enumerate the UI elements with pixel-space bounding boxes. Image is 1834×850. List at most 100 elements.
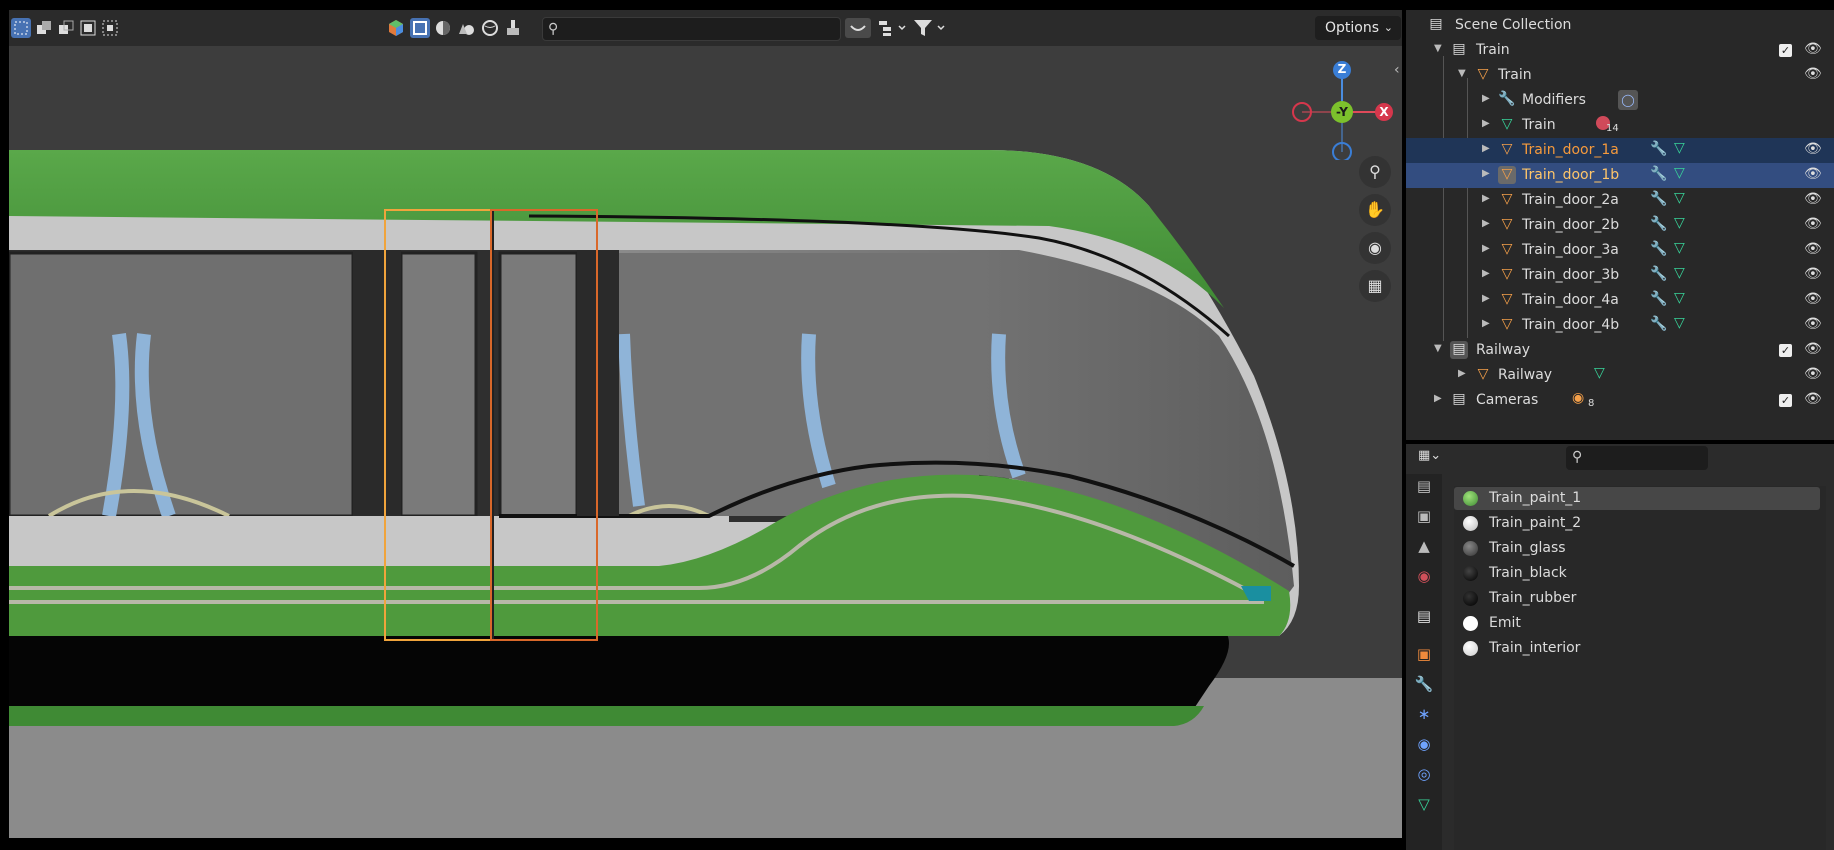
outliner-row-train-mesh[interactable]: ▶ ▽ Train 14 <box>1406 113 1834 138</box>
subtract-selection-icon[interactable] <box>56 18 76 38</box>
exclude-checkbox[interactable]: ✓ <box>1779 394 1792 407</box>
outliner-row-train-door-2b[interactable]: ▶ ▽ Train_door_2b 🔧 ▽ 👁 <box>1406 213 1834 238</box>
wrench-icon[interactable]: 🔧 <box>1650 166 1667 182</box>
wrench-icon[interactable]: 🔧 <box>1650 191 1667 207</box>
display-mode-icon[interactable] <box>386 18 406 38</box>
hierarchy-icon[interactable] <box>877 18 909 38</box>
zoom-icon[interactable]: ⚲ <box>1359 156 1391 188</box>
extend-selection-icon[interactable] <box>34 18 54 38</box>
mesh-data-icon[interactable]: ▽ <box>1594 365 1605 381</box>
material-slot-train-rubber[interactable]: Train_rubber <box>1454 587 1820 610</box>
wrench-icon[interactable]: 🔧 <box>1650 241 1667 257</box>
selectable-toggle-icon[interactable] <box>410 18 430 38</box>
train-3d-model[interactable] <box>9 46 1402 838</box>
viewport-search-input[interactable]: ⚲ <box>542 17 841 41</box>
expand-arrow-icon[interactable]: ▶ <box>1482 318 1490 329</box>
eye-icon[interactable]: 👁 <box>1804 191 1822 207</box>
3d-viewport[interactable]: ⚲ Options ⌄ Z -Y X ⚲ ✋ ◉ ▦ ‹ <box>9 10 1402 838</box>
data-icon[interactable]: ▽ <box>1414 794 1434 814</box>
physics-icon[interactable]: ◉ <box>1414 734 1434 754</box>
world-icon[interactable]: ◉ <box>1414 566 1434 586</box>
eye-icon[interactable]: 👁 <box>1804 41 1822 57</box>
invert-selection-icon[interactable] <box>78 18 98 38</box>
output-icon[interactable]: ▣ <box>1414 506 1434 526</box>
options-dropdown[interactable]: Options ⌄ <box>1315 16 1401 40</box>
outliner-row-train-collection[interactable]: ▼ ▤ Train ✓ 👁 <box>1406 38 1834 63</box>
eye-icon[interactable]: 👁 <box>1804 266 1822 282</box>
brush-icon[interactable] <box>503 18 523 38</box>
modifier-badge-icon[interactable]: ◯ <box>1618 90 1638 110</box>
mesh-data-icon[interactable]: ▽ <box>1674 165 1685 181</box>
filter-icon[interactable] <box>912 18 948 38</box>
select-box-icon[interactable] <box>11 18 31 38</box>
outliner-row-train-door-1a[interactable]: ▶ ▽ Train_door_1a 🔧 ▽ 👁 <box>1406 138 1834 163</box>
wrench-icon[interactable]: 🔧 <box>1650 266 1667 282</box>
eye-icon[interactable]: 👁 <box>1804 141 1822 157</box>
eye-icon[interactable]: 👁 <box>1804 316 1822 332</box>
eye-icon[interactable]: 👁 <box>1804 366 1822 382</box>
outliner-row-train-object[interactable]: ▼ ▽ Train 👁 <box>1406 63 1834 88</box>
outliner-row-train-door-4a[interactable]: ▶ ▽ Train_door_4a 🔧 ▽ 👁 <box>1406 288 1834 313</box>
outliner-row-train-door-2a[interactable]: ▶ ▽ Train_door_2a 🔧 ▽ 👁 <box>1406 188 1834 213</box>
world-icon[interactable] <box>480 18 500 38</box>
mesh-data-icon[interactable]: ▽ <box>1674 140 1685 156</box>
mesh-data-icon[interactable]: ▽ <box>1674 215 1685 231</box>
expand-arrow-icon[interactable]: ▶ <box>1482 93 1490 104</box>
particles-icon[interactable]: ∗ <box>1414 704 1434 724</box>
expand-arrow-icon[interactable]: ▶ <box>1482 168 1490 179</box>
shapes-icon[interactable] <box>456 18 476 38</box>
camera-view-icon[interactable]: ◉ <box>1359 232 1391 264</box>
editor-type-icon[interactable]: ▦⌄ <box>1418 448 1452 468</box>
collapse-arrow-icon[interactable]: ▼ <box>1458 68 1466 79</box>
mesh-data-icon[interactable]: ▽ <box>1674 265 1685 281</box>
material-slot-train-paint-2[interactable]: Train_paint_2 <box>1454 512 1820 535</box>
wrench-icon[interactable]: 🔧 <box>1650 216 1667 232</box>
filter-mode-icon[interactable] <box>845 18 871 38</box>
mesh-data-icon[interactable]: ▽ <box>1674 240 1685 256</box>
outliner-row-train-door-3a[interactable]: ▶ ▽ Train_door_3a 🔧 ▽ 👁 <box>1406 238 1834 263</box>
expand-arrow-icon[interactable]: ▶ <box>1482 143 1490 154</box>
collapse-arrow-icon[interactable]: ▼ <box>1434 43 1442 54</box>
eye-icon[interactable]: 👁 <box>1804 291 1822 307</box>
expand-arrow-icon[interactable]: ▶ <box>1458 368 1466 379</box>
eye-icon[interactable]: 👁 <box>1804 391 1822 407</box>
properties-search-input[interactable]: ⚲ <box>1566 446 1708 470</box>
ortho-grid-icon[interactable]: ▦ <box>1359 270 1391 302</box>
eye-icon[interactable]: 👁 <box>1804 341 1822 357</box>
modifier-icon[interactable]: 🔧 <box>1414 674 1434 694</box>
expand-arrow-icon[interactable]: ▶ <box>1482 193 1490 204</box>
sidebar-toggle-icon[interactable]: ‹ <box>1394 62 1400 78</box>
expand-arrow-icon[interactable]: ▶ <box>1482 293 1490 304</box>
expand-arrow-icon[interactable]: ▶ <box>1482 268 1490 279</box>
pan-hand-icon[interactable]: ✋ <box>1359 194 1391 226</box>
outliner-row-train-door-4b[interactable]: ▶ ▽ Train_door_4b 🔧 ▽ 👁 <box>1406 313 1834 338</box>
wrench-icon[interactable]: 🔧 <box>1650 291 1667 307</box>
mesh-data-icon[interactable]: ▽ <box>1674 290 1685 306</box>
material-slot-train-black[interactable]: Train_black <box>1454 562 1820 585</box>
material-slot-train-glass[interactable]: Train_glass <box>1454 537 1820 560</box>
outliner-row-cameras-collection[interactable]: ▶ ▤ Cameras ◉ 8 ✓ 👁 <box>1406 388 1834 413</box>
render-icon[interactable]: ▤ <box>1414 476 1434 496</box>
collapse-arrow-icon[interactable]: ▼ <box>1434 343 1442 354</box>
outliner-row-railway-object[interactable]: ▶ ▽ Railway ▽ 👁 <box>1406 363 1834 388</box>
material-slot-train-paint-1[interactable]: Train_paint_1 <box>1454 487 1820 510</box>
material-slot-train-interior[interactable]: Train_interior <box>1454 637 1820 660</box>
exclude-checkbox[interactable]: ✓ <box>1779 44 1792 57</box>
mesh-data-icon[interactable]: ▽ <box>1674 190 1685 206</box>
eye-icon[interactable]: 👁 <box>1804 216 1822 232</box>
outliner-row-scene-collection[interactable]: ▤ Scene Collection <box>1406 13 1834 38</box>
outliner-row-train-door-3b[interactable]: ▶ ▽ Train_door_3b 🔧 ▽ 👁 <box>1406 263 1834 288</box>
object-icon[interactable]: ▣ <box>1414 644 1434 664</box>
expand-arrow-icon[interactable]: ▶ <box>1482 118 1490 129</box>
eye-icon[interactable]: 👁 <box>1804 66 1822 82</box>
outliner-row-railway-collection[interactable]: ▼ ▤ Railway ✓ 👁 <box>1406 338 1834 363</box>
expand-arrow-icon[interactable]: ▶ <box>1434 393 1442 404</box>
view-layer-icon[interactable]: ▲ <box>1414 536 1434 556</box>
eye-icon[interactable]: 👁 <box>1804 241 1822 257</box>
expand-arrow-icon[interactable]: ▶ <box>1482 243 1490 254</box>
wrench-icon[interactable]: 🔧 <box>1650 316 1667 332</box>
material-slot-emit[interactable]: Emit <box>1454 612 1820 635</box>
exclude-checkbox[interactable]: ✓ <box>1779 344 1792 357</box>
expand-arrow-icon[interactable]: ▶ <box>1482 218 1490 229</box>
intersect-selection-icon[interactable] <box>100 18 120 38</box>
